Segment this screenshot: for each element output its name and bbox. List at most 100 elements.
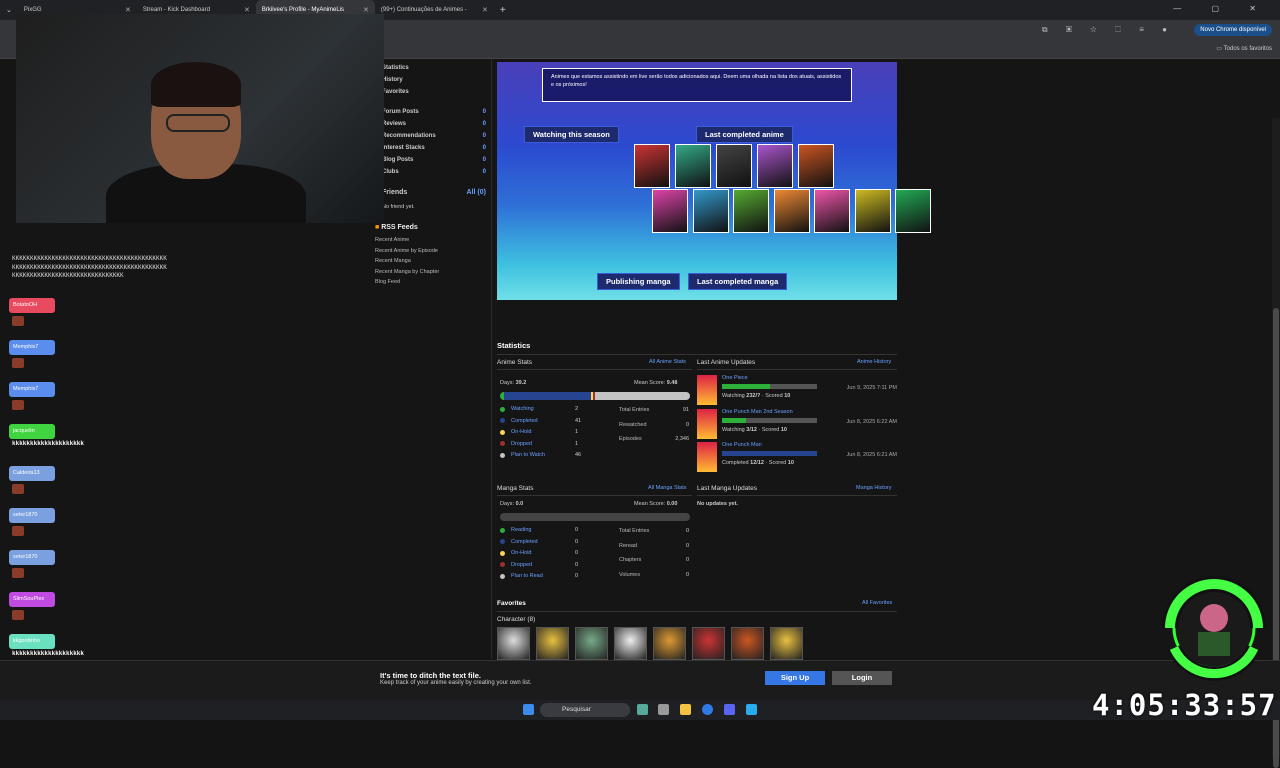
taskbar-search[interactable]: Pesquisar <box>540 703 630 717</box>
anime-cover-image[interactable] <box>692 189 729 233</box>
windows-start-icon[interactable] <box>523 704 534 715</box>
sidebar-item[interactable]: Forum Posts 0 <box>372 109 492 121</box>
sidebar-item[interactable]: History <box>372 77 492 89</box>
rss-link[interactable]: Recent Manga <box>372 258 492 269</box>
chat-username[interactable]: Memphis7 <box>9 382 55 397</box>
file-explorer-icon[interactable] <box>680 704 691 715</box>
close-tab-icon[interactable]: ✕ <box>125 6 131 14</box>
rss-link[interactable]: Recent Anime by Episode <box>372 248 492 259</box>
update-status-label: Watching <box>722 426 745 433</box>
last-completed-manga-button[interactable]: Last completed manga <box>688 273 788 290</box>
divider <box>497 369 692 370</box>
signup-button[interactable]: Sign Up <box>765 671 825 685</box>
anime-cover-image[interactable] <box>733 189 769 233</box>
window-controls[interactable]: — ▢ ✕ <box>1173 4 1270 13</box>
sidebar-item[interactable]: Blog Posts 0 <box>372 157 492 169</box>
update-title-link[interactable]: One Piece <box>722 375 748 381</box>
telegram-icon[interactable] <box>746 704 757 715</box>
anime-thumbnail[interactable] <box>697 375 717 405</box>
toolbar-icons[interactable]: ⧉ ▣ ☆ ⬚ ≡ ● <box>1042 25 1175 35</box>
chat-username[interactable]: setor1870 <box>9 550 55 565</box>
anime-cover-image[interactable] <box>675 144 711 188</box>
close-tab-icon[interactable]: ✕ <box>244 6 250 14</box>
status-row-link[interactable]: Plan to Watch <box>500 452 545 458</box>
update-item: One Punch Man 2nd Season Watching 3/12 · … <box>697 408 897 441</box>
tab-list-dropdown-icon[interactable]: ⌄ <box>0 6 18 14</box>
status-label: Dropped <box>511 561 533 568</box>
all-bookmarks-link[interactable]: ▭ Todos os favoritos <box>1216 45 1272 52</box>
chat-username[interactable]: SlimSouPlex <box>9 592 55 607</box>
total-value: 0 <box>685 557 689 563</box>
favorite-character-image[interactable] <box>770 627 803 660</box>
rss-link[interactable]: Recent Manga by Chapter <box>372 269 492 280</box>
anime-cover-image[interactable] <box>814 189 850 233</box>
sidebar-item[interactable]: Reviews 0 <box>372 121 492 133</box>
status-row-link[interactable]: On-Hold <box>500 550 531 556</box>
anime-cover-image[interactable] <box>798 144 834 188</box>
favorite-character-image[interactable] <box>536 627 569 660</box>
discord-icon[interactable] <box>724 704 735 715</box>
last-completed-anime-button[interactable]: Last completed anime <box>696 126 793 143</box>
watching-season-button[interactable]: Watching this season <box>524 126 619 143</box>
anime-cover-image[interactable] <box>652 189 688 233</box>
login-button[interactable]: Login <box>832 671 892 685</box>
sidebar-item[interactable]: Clubs 0 <box>372 169 492 181</box>
rss-link[interactable]: Blog Feed <box>372 279 492 290</box>
sidebar-item[interactable]: Favorites <box>372 89 492 101</box>
chat-username[interactable]: Memphis7 <box>9 340 55 355</box>
close-tab-icon[interactable]: ✕ <box>363 6 369 14</box>
last-anime-updates-title: Last Anime Updates <box>697 359 756 366</box>
status-row-link[interactable]: Reading <box>500 527 532 533</box>
anime-days-label: Days: <box>500 380 515 386</box>
anime-cover-image[interactable] <box>773 189 810 233</box>
favorite-character-image[interactable] <box>731 627 764 660</box>
total-value: 0 <box>685 528 689 534</box>
chrome-icon[interactable] <box>702 704 713 715</box>
status-row-link[interactable]: Completed <box>500 539 538 545</box>
friends-all-link[interactable]: All (0) <box>467 189 486 201</box>
sidebar-item[interactable]: Recommendations 0 <box>372 133 492 145</box>
status-row-link[interactable]: On-Hold <box>500 429 531 435</box>
favorite-character-image[interactable] <box>692 627 725 660</box>
sidebar-item[interactable]: Interest Stacks 0 <box>372 145 492 157</box>
close-tab-icon[interactable]: ✕ <box>482 6 488 14</box>
widgets-icon[interactable] <box>637 704 648 715</box>
all-anime-stats-link[interactable]: All Anime Stats <box>649 359 686 365</box>
status-row-link[interactable]: Dropped <box>500 562 532 568</box>
anime-cover-image[interactable] <box>854 189 891 233</box>
sidebar-item[interactable]: Statistics <box>372 65 492 77</box>
all-manga-stats-link[interactable]: All Manga Stats <box>648 485 687 491</box>
tab-title: Brkiivee's Profile - MyAnimeLis <box>261 7 345 13</box>
status-row-link[interactable]: Watching <box>500 406 534 412</box>
favorite-character-image[interactable] <box>497 627 530 660</box>
anime-cover-image[interactable] <box>634 144 670 188</box>
anime-cover-image[interactable] <box>757 144 793 188</box>
status-row-link[interactable]: Dropped <box>500 441 532 447</box>
favorite-character-image[interactable] <box>614 627 647 660</box>
publishing-manga-button[interactable]: Publishing manga <box>597 273 680 290</box>
update-title-link[interactable]: One Punch Man <box>722 442 762 448</box>
chat-username[interactable]: BotatoOH <box>9 298 55 313</box>
task-view-icon[interactable] <box>658 704 669 715</box>
anime-thumbnail[interactable] <box>697 442 717 472</box>
status-row-link[interactable]: Completed <box>500 418 538 424</box>
chat-username[interactable]: jacquelin <box>9 424 55 439</box>
status-row-link[interactable]: Plan to Read <box>500 573 543 579</box>
rss-icon: ■ <box>375 224 380 231</box>
browser-tab[interactable]: (99+) Continuações de Animes - ✕ <box>375 0 494 575</box>
anime-cover-image[interactable] <box>716 144 752 188</box>
manga-history-link[interactable]: Manga History <box>856 485 891 491</box>
update-chrome-button[interactable]: Novo Chrome disponível <box>1194 24 1272 36</box>
chat-username[interactable]: kkgordinho <box>9 634 55 649</box>
favorite-character-image[interactable] <box>653 627 686 660</box>
anime-thumbnail[interactable] <box>697 408 717 439</box>
rss-link[interactable]: Recent Anime <box>372 237 492 248</box>
update-title-link[interactable]: One Punch Man 2nd Season <box>722 409 793 415</box>
favorite-character-image[interactable] <box>575 627 608 660</box>
anime-cover-image[interactable] <box>895 189 931 233</box>
all-favorites-link[interactable]: All Favorites <box>862 600 892 606</box>
chat-username[interactable]: Caldeira13 <box>9 466 55 481</box>
new-tab-button[interactable]: + <box>500 5 506 16</box>
chat-username[interactable]: setor1870 <box>9 508 55 523</box>
anime-history-link[interactable]: Anime History <box>857 359 891 365</box>
